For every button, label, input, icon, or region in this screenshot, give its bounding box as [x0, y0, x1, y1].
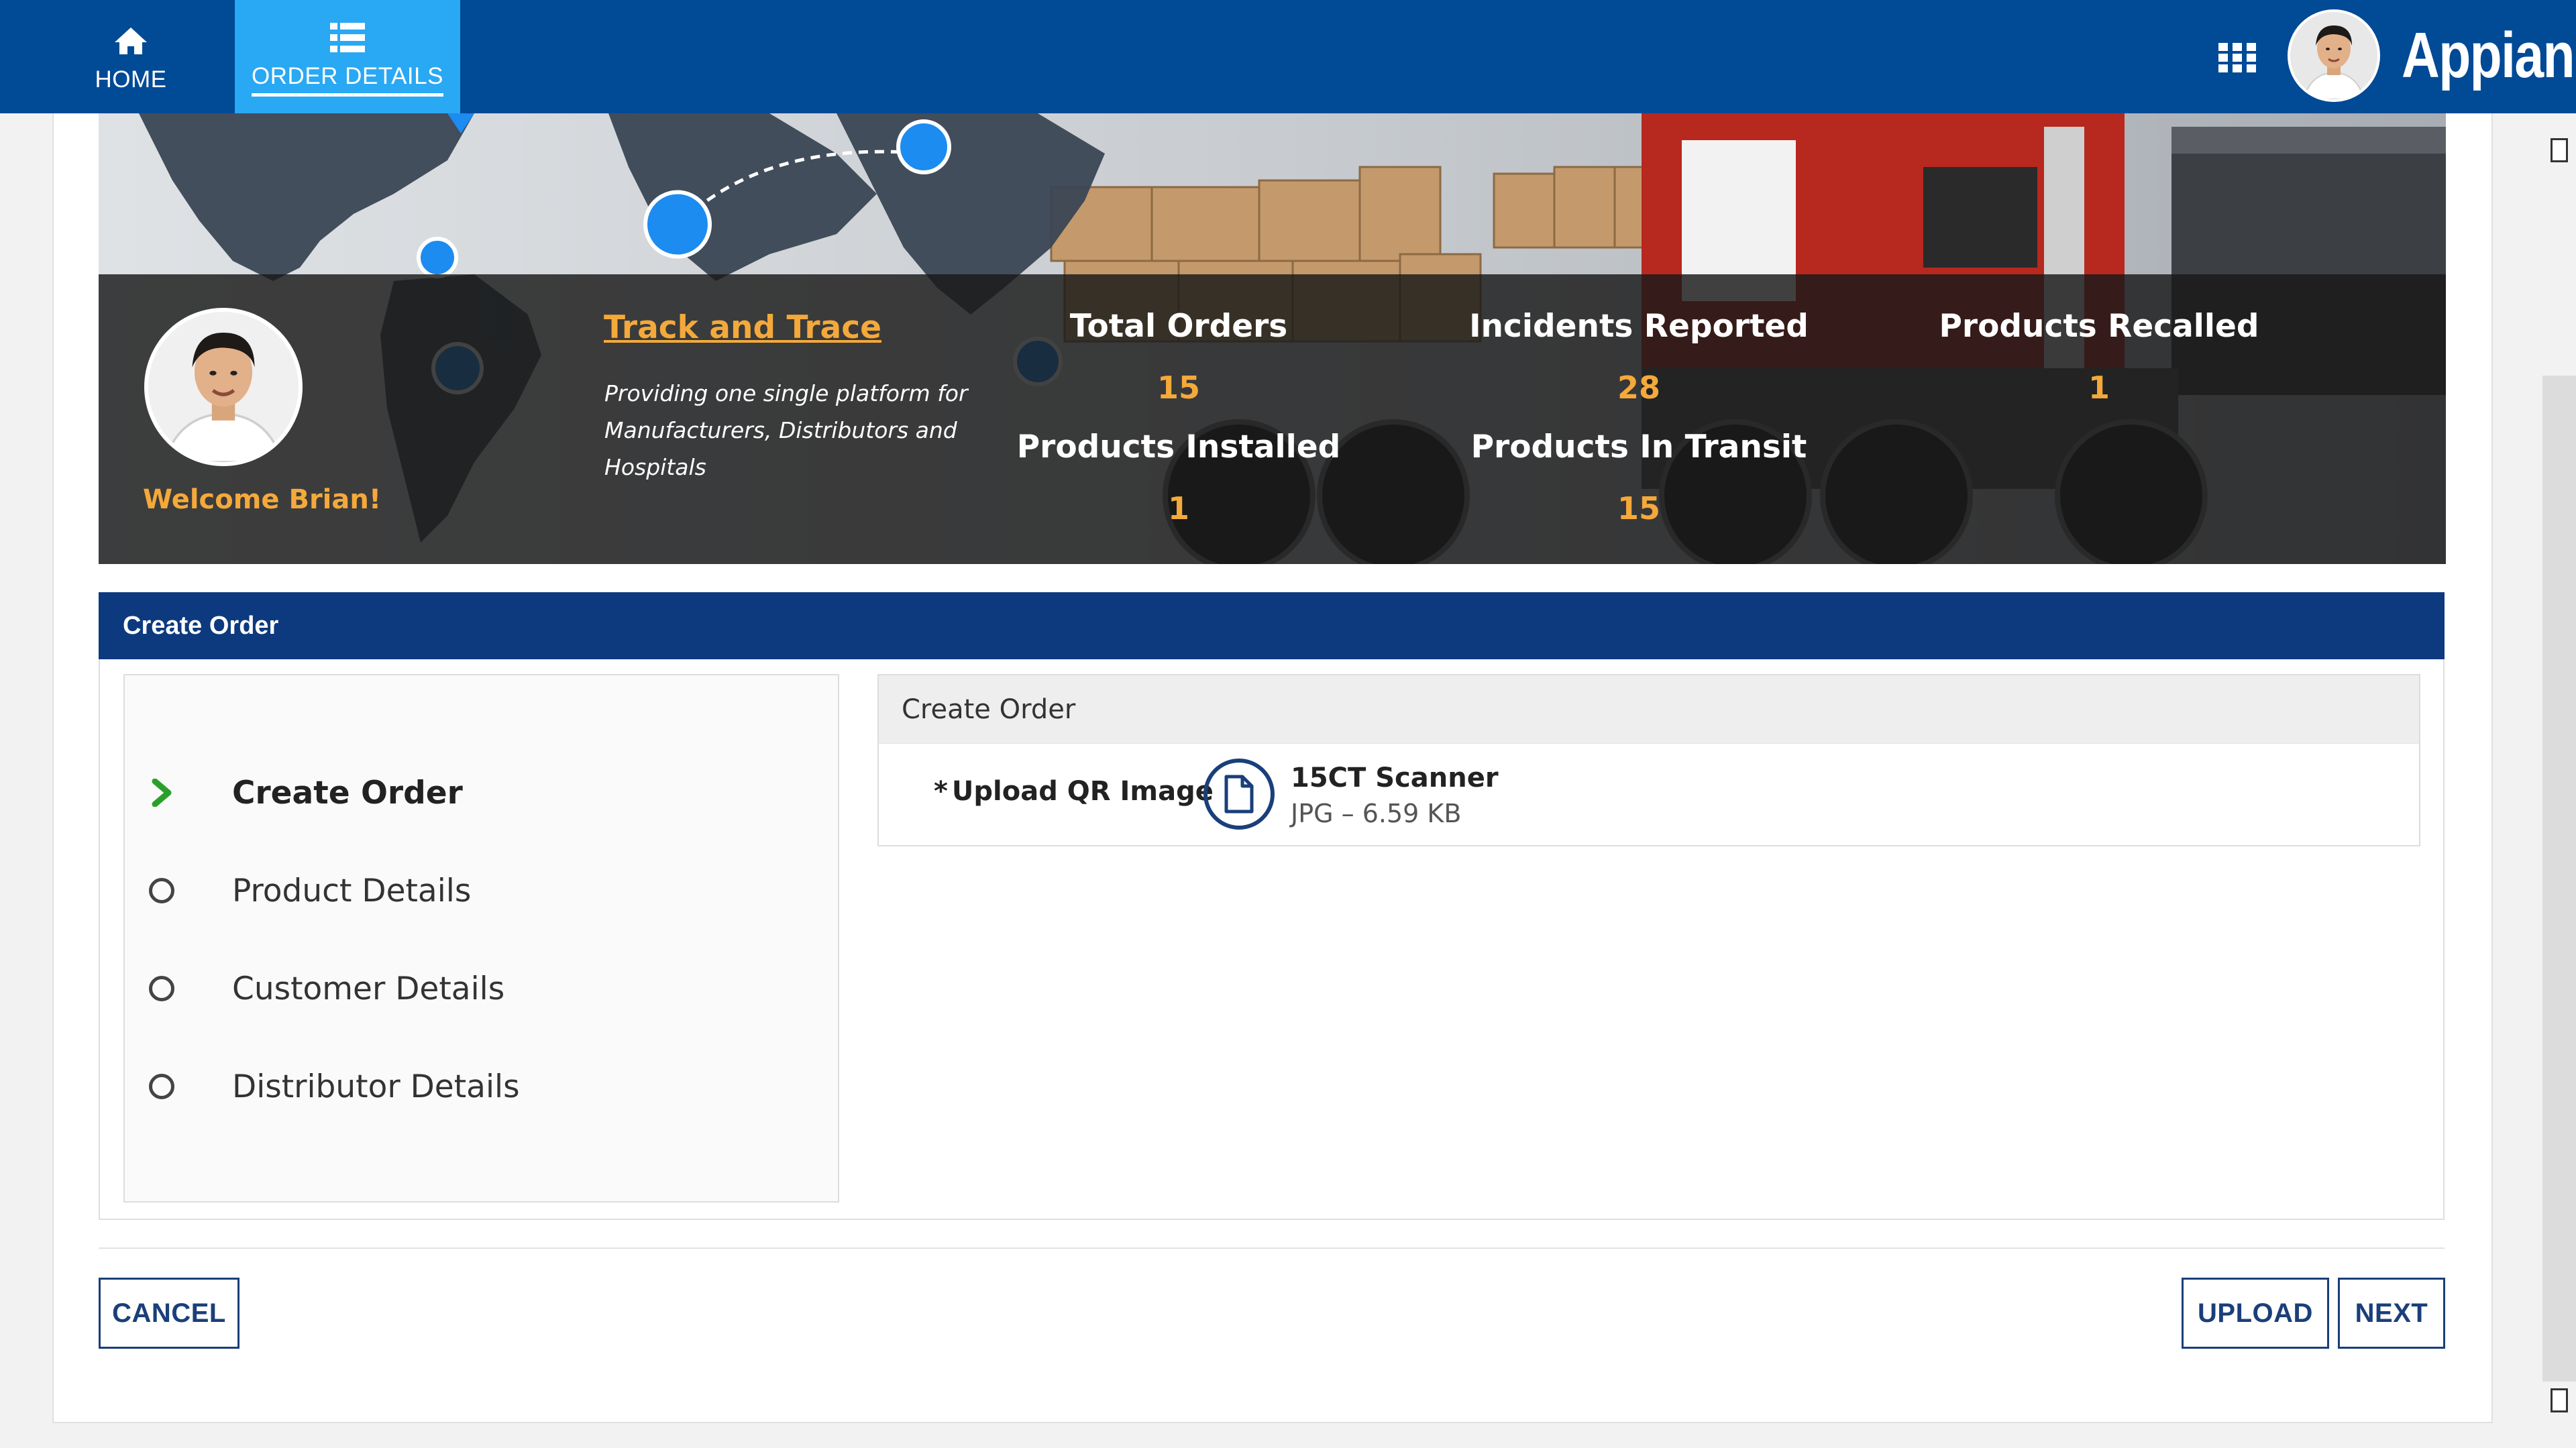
- stat-products-recalled-value: 1: [2088, 370, 2110, 406]
- chevron-right-icon: [148, 779, 176, 807]
- required-marker: *: [934, 776, 948, 807]
- stat-total-orders-value: 15: [1157, 370, 1200, 406]
- nav-tab-home[interactable]: HOME: [74, 0, 188, 113]
- nav-home-label: HOME: [95, 66, 167, 93]
- step-label: Distributor Details: [232, 1068, 520, 1105]
- step-product-details[interactable]: Product Details: [148, 864, 471, 917]
- step-label: Customer Details: [232, 970, 505, 1007]
- stat-products-installed-label: Products Installed: [1016, 429, 1341, 465]
- profile-portrait: [148, 312, 299, 462]
- stat-incidents-value: 28: [1617, 370, 1660, 406]
- actions-divider: [99, 1247, 2445, 1249]
- dashboard-banner: Welcome Brian! Track and Trace Providing…: [99, 113, 2446, 564]
- create-order-section-header: Create Order: [99, 592, 2445, 659]
- grid-icon[interactable]: [2217, 42, 2257, 74]
- nav-order-details-label: ORDER DETAILS: [252, 63, 443, 97]
- radio-circle-icon: [148, 877, 176, 905]
- radio-circle-icon: [148, 974, 176, 1003]
- file-icon[interactable]: [1203, 759, 1275, 830]
- cancel-button[interactable]: CANCEL: [99, 1278, 239, 1349]
- scroll-up-icon[interactable]: [2551, 138, 2568, 162]
- appian-logo: Appian: [2402, 19, 2575, 91]
- home-icon: [115, 27, 147, 54]
- uploaded-file-meta: JPG – 6.59 KB: [1291, 799, 1462, 828]
- track-and-trace-link[interactable]: Track and Trace: [604, 309, 881, 346]
- stat-incidents-label: Incidents Reported: [1469, 308, 1809, 345]
- step-label: Product Details: [232, 872, 472, 909]
- step-customer-details[interactable]: Customer Details: [148, 962, 504, 1015]
- step-create-order[interactable]: Create Order: [148, 766, 463, 820]
- avatar-portrait: [2290, 12, 2377, 99]
- upload-qr-image-label: * Upload QR Image: [934, 776, 1214, 807]
- stat-total-orders-label: Total Orders: [1069, 308, 1288, 345]
- nav-tab-order-details[interactable]: ORDER DETAILS: [235, 0, 460, 113]
- create-order-form-card: Create Order * Upload QR Image 15CT Scann…: [877, 674, 2420, 846]
- wizard-steps-panel: [123, 674, 839, 1203]
- tagline-text: Providing one single platform for Manufa…: [604, 380, 968, 480]
- welcome-message: Welcome Brian!: [143, 484, 382, 515]
- upload-label-text: Upload QR Image: [951, 776, 1214, 807]
- step-distributor-details[interactable]: Distributor Details: [148, 1060, 520, 1113]
- stat-products-recalled-label: Products Recalled: [1939, 308, 2259, 345]
- stat-products-installed-value: 1: [1167, 490, 1189, 526]
- uploaded-file-name[interactable]: 15CT Scanner: [1291, 763, 1499, 793]
- stat-products-in-transit-label: Products In Transit: [1470, 429, 1807, 465]
- stat-products-in-transit-value: 15: [1617, 490, 1660, 526]
- next-button[interactable]: NEXT: [2338, 1278, 2445, 1349]
- form-card-title: Create Order: [879, 675, 2419, 744]
- list-icon: [330, 22, 365, 52]
- step-label: Create Order: [232, 774, 463, 812]
- scroll-down-icon[interactable]: [2551, 1388, 2568, 1412]
- radio-circle-icon: [148, 1072, 176, 1101]
- user-avatar[interactable]: [2288, 9, 2380, 102]
- profile-avatar: [144, 308, 303, 466]
- top-navigation-bar: HOME ORDER DETAILS Appian: [0, 0, 2576, 113]
- upload-button[interactable]: UPLOAD: [2182, 1278, 2329, 1349]
- scrollbar[interactable]: [2542, 376, 2576, 1382]
